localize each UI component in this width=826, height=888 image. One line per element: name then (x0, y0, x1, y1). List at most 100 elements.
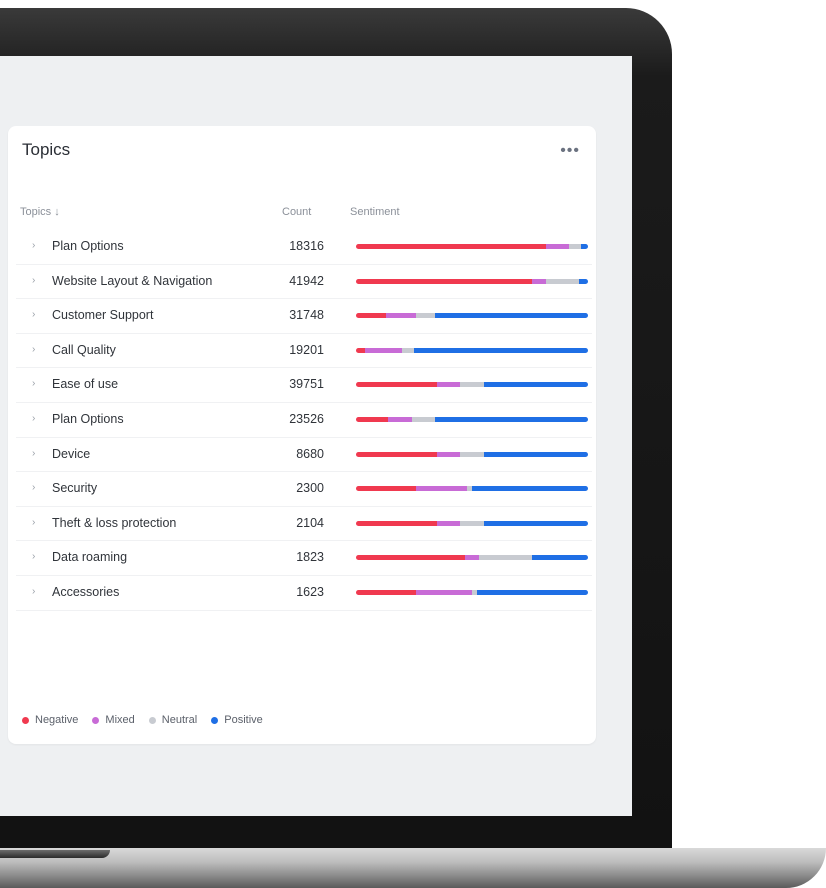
sentiment-segment-negative (356, 520, 438, 526)
topic-count: 2300 (296, 481, 324, 496)
topic-name: Device (52, 446, 91, 461)
topic-count: 1623 (296, 584, 324, 599)
sentiment-segment-neutral (460, 520, 484, 526)
sentiment-segment-mixed (437, 382, 461, 388)
table-row[interactable]: › Customer Support 31748 (16, 299, 592, 334)
header-topics[interactable]: Topics ↓ (20, 206, 60, 218)
laptop-base (0, 848, 826, 888)
topic-name: Plan Options (52, 239, 124, 253)
table-row[interactable]: › Device 8680 (16, 438, 592, 473)
sentiment-segment-mixed (546, 244, 570, 249)
sentiment-segment-neutral (478, 555, 533, 561)
sentiment-segment-negative (356, 451, 438, 457)
sentiment-segment-positive (483, 382, 588, 388)
sentiment-bar (356, 347, 588, 353)
chevron-right-icon[interactable]: › (32, 517, 35, 528)
laptop-hinge (0, 850, 110, 858)
legend-item-mixed: Mixed (92, 714, 135, 726)
sentiment-segment-neutral (546, 278, 579, 284)
sentiment-segment-negative (356, 244, 547, 249)
topic-count: 18316 (289, 239, 324, 253)
sentiment-bar (356, 278, 588, 284)
sentiment-segment-positive (483, 520, 588, 526)
legend-label: Positive (224, 714, 263, 726)
sentiment-bar (356, 416, 588, 422)
topics-card: Topics ••• Topics ↓ Count Sentiment › Pla… (8, 126, 596, 744)
sentiment-segment-mixed (365, 347, 403, 353)
chevron-right-icon[interactable]: › (32, 586, 35, 597)
card-title: Topics (22, 140, 71, 159)
sentiment-segment-mixed (437, 520, 461, 526)
sentiment-bar (356, 520, 588, 526)
sentiment-segment-positive (581, 244, 588, 249)
sentiment-segment-negative (356, 382, 438, 388)
topic-name: Customer Support (52, 308, 154, 323)
chevron-right-icon[interactable]: › (32, 551, 35, 562)
sentiment-segment-negative (356, 555, 466, 561)
sentiment-segment-mixed (386, 313, 417, 319)
sentiment-segment-positive (476, 589, 588, 595)
laptop-screen: Topics ••• Topics ↓ Count Sentiment › Pla… (0, 56, 632, 816)
sentiment-segment-negative (356, 347, 366, 353)
header-sentiment[interactable]: Sentiment (350, 206, 400, 218)
sentiment-segment-neutral (416, 313, 435, 319)
sentiment-segment-neutral (460, 451, 484, 457)
topic-name: Ease of use (52, 377, 119, 392)
legend-item-negative: Negative (22, 714, 78, 726)
legend-item-neutral: Neutral (148, 714, 198, 726)
sentiment-segment-negative (356, 278, 533, 284)
legend-dot-icon (92, 716, 100, 724)
legend-label: Mixed (105, 714, 135, 726)
sentiment-segment-mixed (416, 589, 472, 595)
topic-name: Plan Options (52, 411, 124, 426)
sentiment-segment-mixed (465, 555, 479, 561)
sentiment-bar (356, 313, 588, 319)
topic-count: 31748 (289, 308, 324, 323)
table-row[interactable]: › Data roaming 1823 (16, 541, 592, 576)
sentiment-legend: Negative Mixed Neutral Positive (22, 712, 269, 728)
sentiment-segment-negative (356, 589, 417, 595)
sentiment-segment-neutral (411, 416, 435, 422)
sentiment-bar (356, 382, 588, 388)
sentiment-segment-mixed (416, 486, 468, 492)
sentiment-segment-neutral (460, 382, 484, 388)
legend-dot-icon (22, 716, 29, 724)
sentiment-segment-positive (532, 555, 588, 561)
topic-name: Website Layout & Navigation (52, 273, 213, 288)
topic-count: 23526 (289, 411, 324, 426)
table-row[interactable]: › Ease of use 39751 (16, 368, 592, 403)
sentiment-segment-positive (413, 347, 588, 353)
topic-count: 1823 (296, 550, 324, 565)
sentiment-segment-mixed (388, 416, 412, 422)
topic-name: Call Quality (52, 342, 116, 357)
sentiment-segment-mixed (532, 278, 547, 284)
table-row[interactable]: › Theft & loss protection 2104 (16, 507, 592, 542)
chevron-right-icon[interactable]: › (32, 413, 35, 424)
chevron-right-icon[interactable]: › (32, 482, 35, 493)
chevron-right-icon[interactable]: › (32, 240, 35, 251)
sentiment-segment-mixed (437, 451, 461, 457)
table-row[interactable]: › Plan Options 23526 (16, 403, 592, 438)
sentiment-segment-negative (356, 313, 387, 319)
sentiment-bar (356, 451, 588, 457)
topic-count: 41942 (289, 273, 324, 288)
table-row[interactable]: › Call Quality 19201 (16, 334, 592, 369)
chevron-right-icon[interactable]: › (32, 344, 35, 355)
legend-dot-icon (211, 716, 219, 724)
chevron-right-icon[interactable]: › (32, 378, 35, 389)
legend-label: Neutral (161, 714, 198, 726)
table-row[interactable]: › Plan Options 18316 (16, 230, 592, 265)
table-row[interactable]: › Website Layout & Navigation 41942 (16, 265, 592, 300)
sentiment-segment-negative (356, 486, 417, 492)
header-count[interactable]: Count (282, 206, 311, 218)
chevron-right-icon[interactable]: › (32, 448, 35, 459)
sentiment-segment-positive (471, 486, 588, 492)
table-row[interactable]: › Accessories 1623 (16, 576, 592, 611)
more-options-icon[interactable]: ••• (560, 142, 580, 160)
legend-label: Negative (35, 714, 79, 726)
topic-name: Theft & loss protection (52, 515, 177, 530)
chevron-right-icon[interactable]: › (32, 275, 35, 286)
chevron-right-icon[interactable]: › (32, 309, 35, 320)
sentiment-segment-neutral (402, 347, 414, 353)
table-row[interactable]: › Security 2300 (16, 472, 592, 507)
